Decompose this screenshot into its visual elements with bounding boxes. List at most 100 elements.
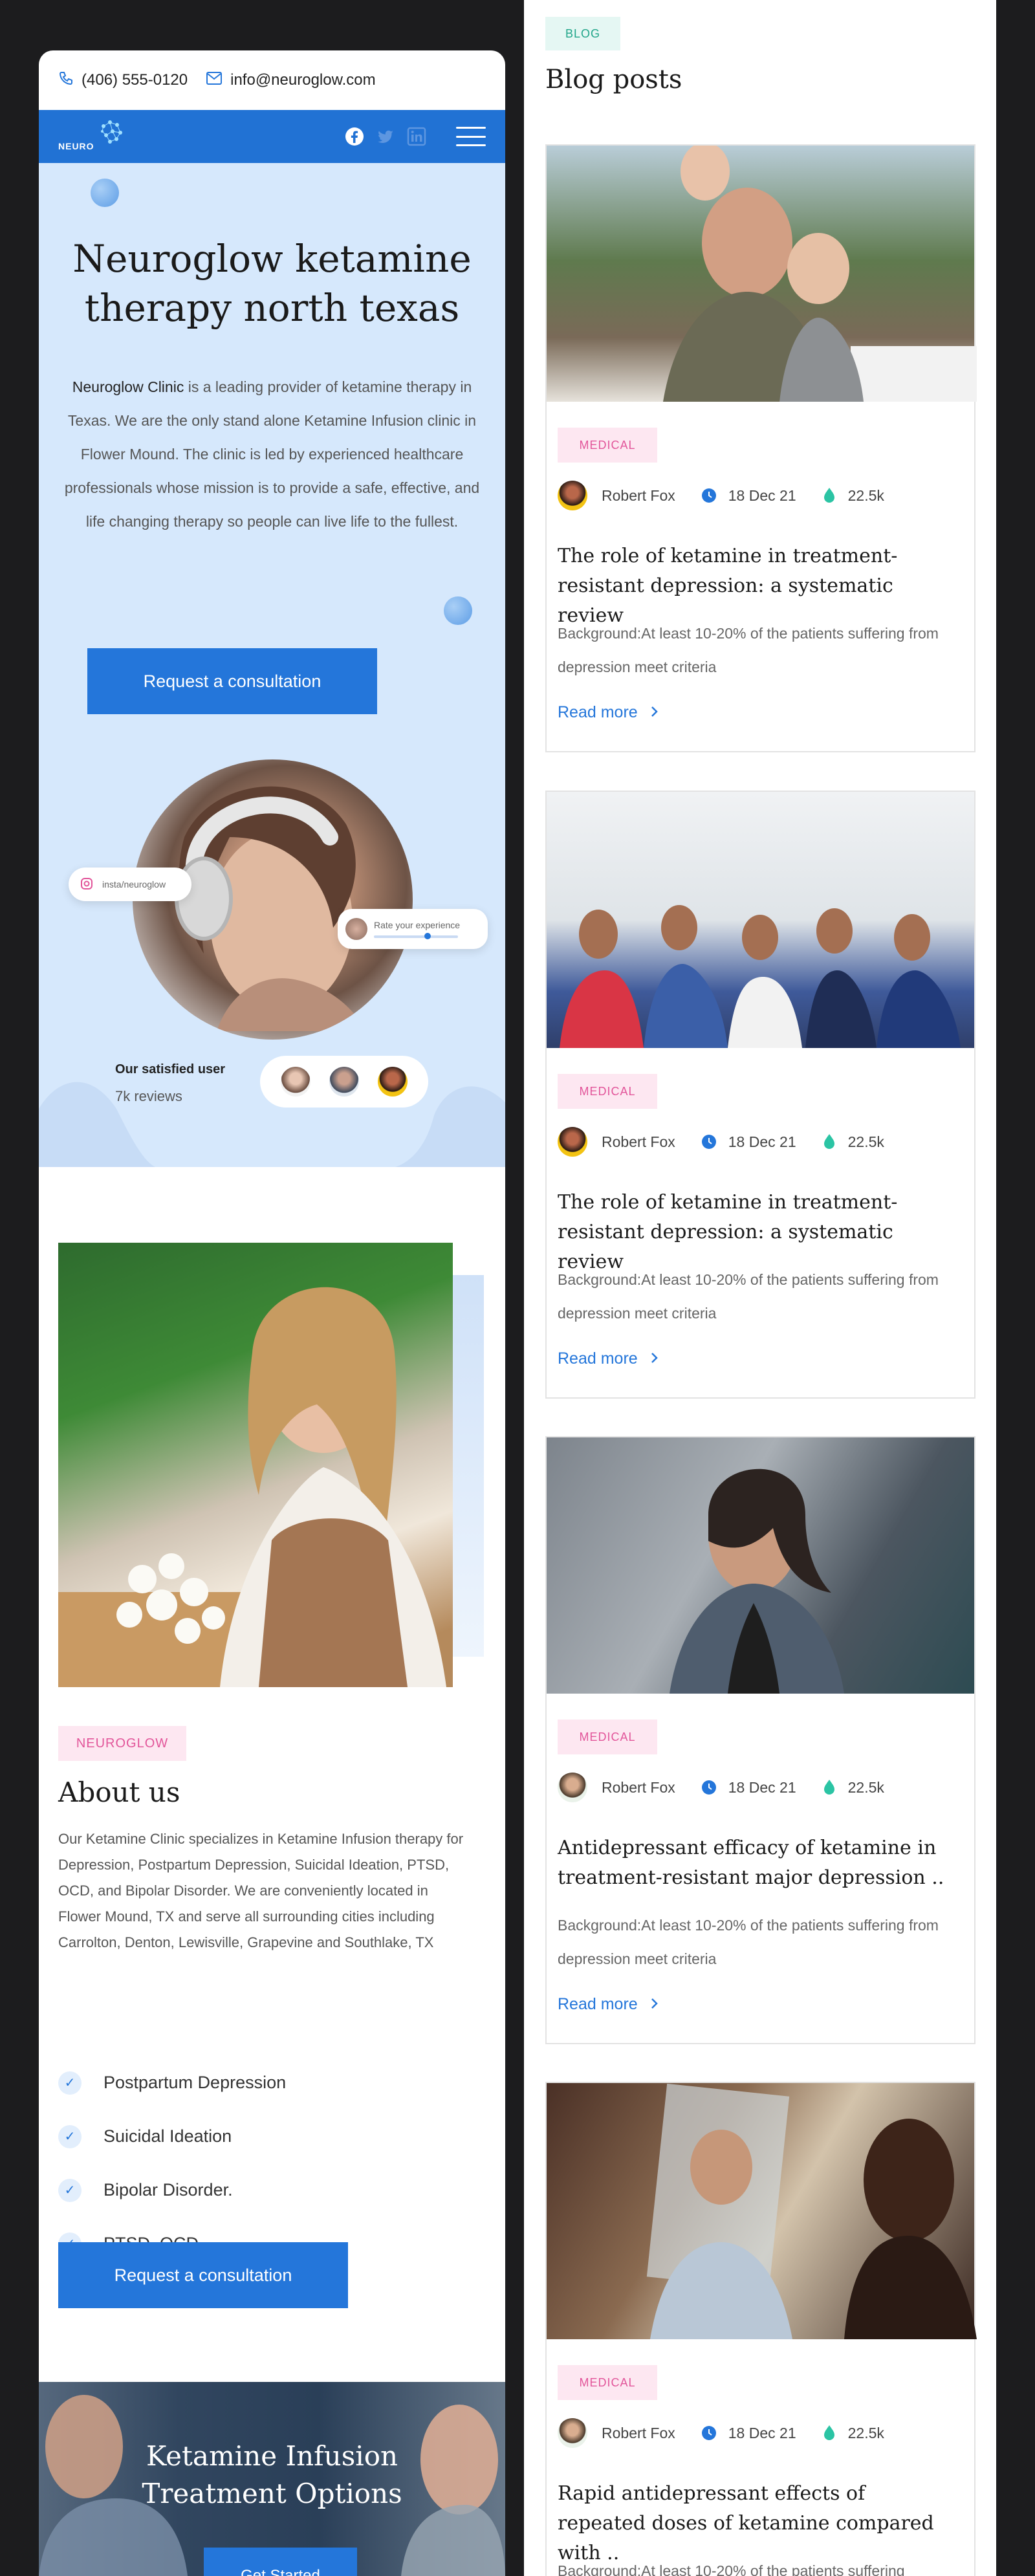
category-badge: MEDICAL xyxy=(558,1719,657,1754)
clock-icon xyxy=(701,2425,717,2441)
post-views: 22.5k xyxy=(847,1133,884,1150)
check-icon: ✓ xyxy=(58,2178,82,2202)
about-tag: NEUROGLOW xyxy=(58,1726,186,1761)
category-badge: MEDICAL xyxy=(558,428,657,463)
post-meta: Robert Fox 18 Dec 21 22.5k xyxy=(558,1127,884,1157)
email-link[interactable]: info@neuroglow.com xyxy=(206,71,376,90)
author-name: Robert Fox xyxy=(602,1133,675,1150)
menu-icon[interactable] xyxy=(456,127,486,146)
contact-bar: (406) 555-0120 info@neuroglow.com xyxy=(39,50,505,110)
about-text: Our Ketamine Clinic specializes in Ketam… xyxy=(58,1831,464,1950)
about-title: About us xyxy=(58,1776,180,1808)
chevron-right-icon xyxy=(651,703,659,722)
blog-title: Blog posts xyxy=(545,65,682,94)
about-photo xyxy=(58,1243,453,1687)
treatment-banner: Ketamine Infusion Treatment Options Get S… xyxy=(39,2382,505,2576)
post-meta: Robert Fox 18 Dec 21 22.5k xyxy=(558,2418,884,2448)
navbar: NEURO xyxy=(39,110,505,163)
get-started-button[interactable]: Get Started xyxy=(204,2548,357,2576)
clock-icon xyxy=(701,488,717,503)
clock-icon xyxy=(701,1134,717,1150)
request-consultation-button[interactable]: Request a consultation xyxy=(87,648,377,714)
chevron-right-icon xyxy=(651,1349,659,1368)
category-badge: MEDICAL xyxy=(558,2365,657,2400)
mobile-landing-page: (406) 555-0120 info@neuroglow.com NEURO … xyxy=(39,50,505,2576)
hero-section: Neuroglow ketamine therapy north texas Ne… xyxy=(39,163,505,1167)
phone-number: (406) 555-0120 xyxy=(82,71,188,89)
decor-shape xyxy=(39,1082,505,1167)
twitter-icon[interactable] xyxy=(376,127,395,149)
condition-item: ✓ Postpartum Depression xyxy=(58,2056,286,2110)
decor-dot xyxy=(444,596,472,625)
logo-text: NEURO xyxy=(58,141,94,151)
reviewer-avatar xyxy=(345,918,367,940)
read-more-link[interactable]: Read more xyxy=(558,703,659,722)
drop-icon xyxy=(822,487,836,504)
rating-slider[interactable] xyxy=(374,933,458,939)
post-date: 18 Dec 21 xyxy=(728,486,796,504)
rate-experience-card[interactable]: Rate your experience xyxy=(338,909,488,949)
blog-card-image xyxy=(547,2083,977,2339)
facebook-icon[interactable] xyxy=(345,127,364,149)
blog-card[interactable]: MEDICAL Robert Fox 18 Dec 21 22.5k The r… xyxy=(545,142,977,752)
post-date: 18 Dec 21 xyxy=(728,1778,796,1796)
chevron-right-icon xyxy=(651,1995,659,2014)
smiling-woman-illustration xyxy=(58,1287,446,1687)
logo[interactable]: NEURO xyxy=(58,118,125,155)
post-views: 22.5k xyxy=(847,486,884,504)
author-avatar xyxy=(558,1773,587,1802)
blog-card[interactable]: MEDICAL Robert Fox 18 Dec 21 22.5k Antid… xyxy=(545,1436,975,2044)
blog-card[interactable]: MEDICAL Robert Fox 18 Dec 21 22.5k Rapid… xyxy=(545,2082,977,2576)
check-icon: ✓ xyxy=(58,2071,82,2095)
post-excerpt: Background:At least 10-20% of the patien… xyxy=(558,1917,939,1967)
linkedin-icon[interactable] xyxy=(407,127,426,149)
instagram-badge[interactable]: insta/neuroglow xyxy=(69,868,191,901)
condition-item: ✓ Bipolar Disorder. xyxy=(58,2163,286,2217)
author-name: Robert Fox xyxy=(602,1778,675,1796)
drop-icon xyxy=(822,2425,836,2441)
blog-page: BLOG Blog posts MEDICAL Robert Fox 18 De… xyxy=(524,0,996,2576)
phone-icon xyxy=(58,71,74,91)
instagram-icon xyxy=(80,877,93,892)
author-avatar xyxy=(558,2418,587,2448)
read-more-link[interactable]: Read more xyxy=(558,1995,659,2014)
hero-intro: Neuroglow Clinic is a leading provider o… xyxy=(64,378,480,530)
condition-item: ✓ Suicidal Ideation xyxy=(58,2110,286,2163)
drop-icon xyxy=(822,1779,836,1796)
hero-title: Neuroglow ketamine therapy north texas xyxy=(72,237,472,330)
post-excerpt: Background:At least 10-20% of the patien… xyxy=(558,2562,905,2576)
banner-title: Ketamine Infusion Treatment Options xyxy=(142,2440,402,2509)
check-icon: ✓ xyxy=(58,2124,82,2148)
blog-tag: BLOG xyxy=(545,17,620,50)
blog-card[interactable]: MEDICAL Robert Fox 18 Dec 21 22.5k The r… xyxy=(545,791,975,1399)
decor-dot xyxy=(91,179,119,207)
email-address: info@neuroglow.com xyxy=(230,71,376,89)
post-views: 22.5k xyxy=(847,2424,884,2441)
blog-card-image xyxy=(547,1437,974,1694)
read-more-link[interactable]: Read more xyxy=(558,1349,659,1368)
post-date: 18 Dec 21 xyxy=(728,1133,796,1150)
author-name: Robert Fox xyxy=(602,2424,675,2441)
phone-link[interactable]: (406) 555-0120 xyxy=(58,71,188,91)
rate-label: Rate your experience xyxy=(374,920,461,930)
photo-shadow xyxy=(453,1275,484,1657)
post-date: 18 Dec 21 xyxy=(728,2424,796,2441)
mail-icon xyxy=(206,71,223,90)
drop-icon xyxy=(822,1133,836,1150)
clock-icon xyxy=(701,1780,717,1795)
post-views: 22.5k xyxy=(847,1778,884,1796)
social-links xyxy=(345,127,426,149)
blog-card-image xyxy=(547,142,977,402)
post-excerpt: Background:At least 10-20% of the patien… xyxy=(558,1271,939,1322)
post-title[interactable]: Antidepressant efficacy of ketamine in t… xyxy=(558,1833,959,1893)
blog-card-image xyxy=(547,792,974,1048)
about-consultation-button[interactable]: Request a consultation xyxy=(58,2242,348,2308)
author-avatar xyxy=(558,481,587,510)
category-badge: MEDICAL xyxy=(558,1074,657,1109)
post-meta: Robert Fox 18 Dec 21 22.5k xyxy=(558,1773,884,1802)
post-excerpt: Background:At least 10-20% of the patien… xyxy=(558,625,939,675)
conditions-list: ✓ Postpartum Depression ✓ Suicidal Ideatio… xyxy=(58,2056,286,2271)
post-meta: Robert Fox 18 Dec 21 22.5k xyxy=(558,481,884,510)
author-name: Robert Fox xyxy=(602,486,675,504)
brain-logo-icon xyxy=(100,120,122,144)
